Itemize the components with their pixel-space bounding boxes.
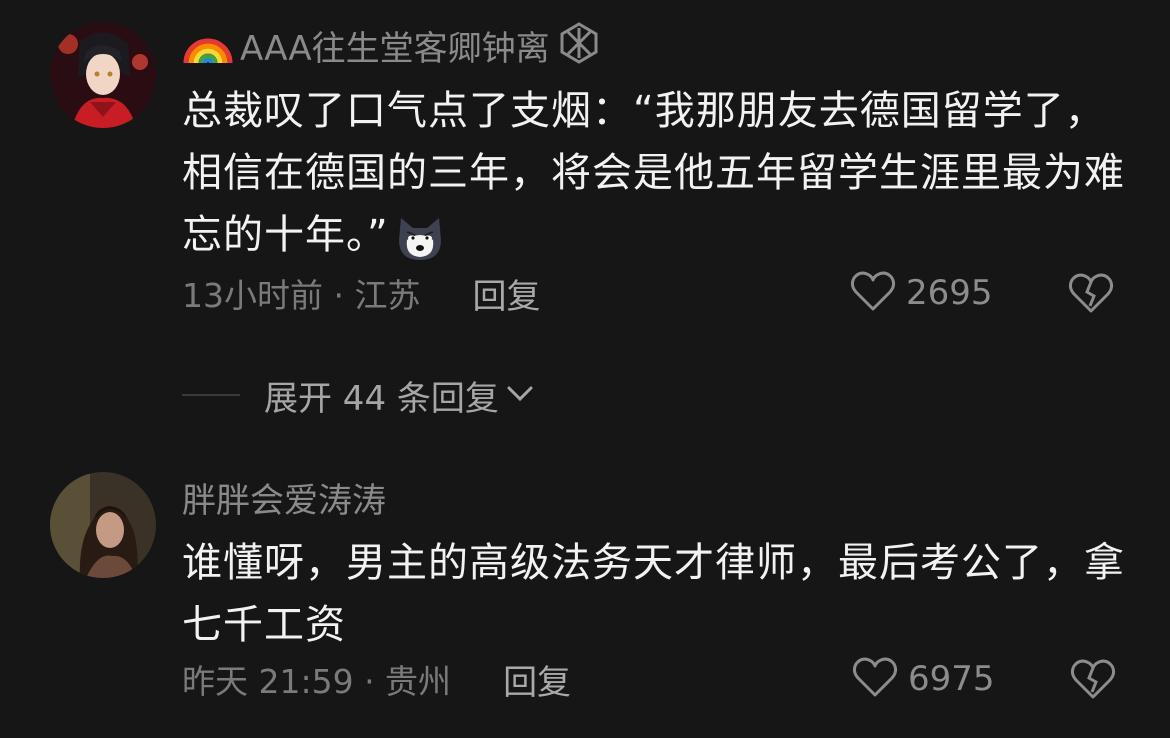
avatar-image [50,472,156,578]
avatar-user-2[interactable] [50,472,156,578]
like-count: 2695 [906,273,993,313]
expand-divider [182,394,240,396]
like-button[interactable]: 2695 [850,270,993,316]
username[interactable]: AAA往生堂客卿钟离 [240,21,550,70]
avatar-image [50,22,156,128]
username[interactable]: 胖胖会爱涛涛 [182,473,386,522]
like-button[interactable]: 6975 [852,656,995,702]
chevron-down-icon [505,381,535,409]
time-location: 昨天 21:59 · 贵州 [182,662,452,701]
comment-text-content: 总裁叹了口气点了支烟：“我那朋友去德国留学了，相信在德国的三年，将会是他五年留学… [182,88,1125,258]
reply-button[interactable]: 回复 [472,269,540,318]
expand-replies-label: 展开 44 条回复 [264,378,499,419]
comment-meta: 昨天 21:59 · 贵州 回复 6975 [182,654,1120,704]
reply-button[interactable]: 回复 [503,655,571,704]
comment-text: 谁懂呀，男主的高级法务天才律师，最后考公了，拿七千工资 [182,532,1132,656]
username-row: 胖胖会爱涛涛 [182,472,386,522]
broken-heart-icon [1070,659,1116,699]
husky-emoji [393,210,447,264]
comment-text: 总裁叹了口气点了支烟：“我那朋友去德国留学了，相信在德国的三年，将会是他五年留学… [182,80,1132,266]
expand-replies-button[interactable]: 展开 44 条回复 [182,370,535,420]
heart-outline-icon [852,656,898,702]
avatar-user-1[interactable] [50,22,156,128]
heart-outline-icon [850,270,896,316]
like-count: 6975 [908,659,995,699]
username-row: AAA往生堂客卿钟离 [182,20,602,70]
rainbow-icon [182,19,234,71]
broken-heart-icon [1068,273,1114,313]
dislike-button[interactable] [1068,272,1114,318]
time-location: 13小时前 · 江苏 [182,276,421,315]
comment-text-content: 谁懂呀，男主的高级法务天才律师，最后考公了，拿七千工资 [182,540,1125,648]
badge-icon [556,20,602,70]
comment-meta: 13小时前 · 江苏 回复 2695 [182,268,1120,318]
dislike-button[interactable] [1070,658,1116,704]
